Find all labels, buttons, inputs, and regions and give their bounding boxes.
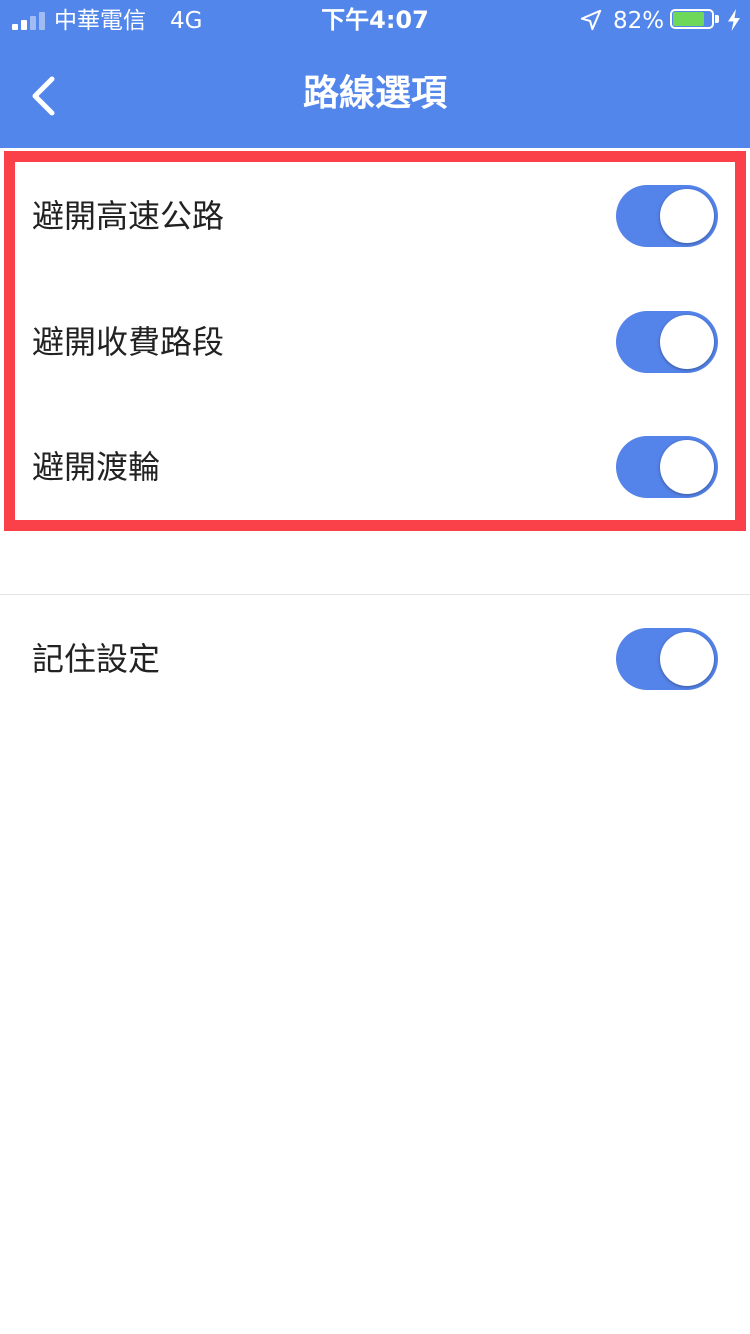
remember-settings-toggle[interactable]: [616, 628, 718, 690]
battery-icon: [670, 9, 722, 33]
charging-bolt-icon: [728, 9, 740, 31]
option-label: 避開收費路段: [32, 323, 225, 361]
option-label: 避開渡輪: [32, 448, 161, 486]
toggle-knob: [660, 189, 714, 243]
back-button[interactable]: [14, 60, 78, 132]
location-arrow-icon: [580, 9, 602, 31]
option-label: 避開高速公路: [32, 197, 225, 235]
page-title: 路線選項: [302, 73, 447, 114]
status-bar: 中華電信 4G 下午4:07 82%: [0, 0, 750, 40]
toggle-knob: [660, 440, 714, 494]
option-remember-settings: 記住設定: [0, 609, 750, 709]
navigation-bar: 路線選項: [0, 40, 750, 148]
toggle-knob: [660, 632, 714, 686]
section-divider: [0, 594, 750, 595]
option-avoid-ferries: 避開渡輪: [0, 417, 750, 517]
carrier-name: 中華電信: [54, 8, 146, 34]
option-avoid-highways: 避開高速公路: [0, 166, 750, 266]
option-avoid-tolls: 避開收費路段: [0, 292, 750, 392]
network-type: 4G: [170, 8, 203, 34]
chevron-left-icon: [32, 76, 55, 116]
option-label: 記住設定: [32, 640, 161, 678]
signal-icon: [12, 10, 48, 30]
battery-fill: [673, 12, 704, 26]
top-bar: 中華電信 4G 下午4:07 82% 路線選項: [0, 0, 750, 148]
avoid-highways-toggle[interactable]: [616, 185, 718, 247]
avoid-tolls-toggle[interactable]: [616, 311, 718, 373]
toggle-knob: [660, 315, 714, 369]
status-time: 下午4:07: [321, 6, 429, 34]
avoid-ferries-toggle[interactable]: [616, 436, 718, 498]
battery-percentage: 82%: [613, 8, 665, 34]
